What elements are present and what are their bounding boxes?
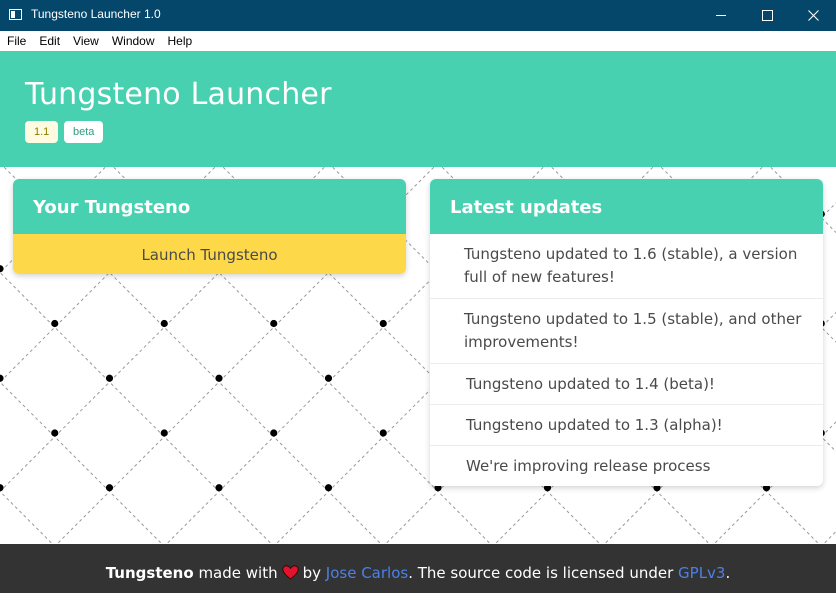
launch-button[interactable]: Launch Tungsteno bbox=[13, 234, 406, 274]
pattern-dot bbox=[380, 429, 387, 436]
footer-by: by bbox=[303, 564, 321, 582]
update-item: Tungsteno updated to 1.5 (stable), and o… bbox=[430, 299, 823, 364]
your-tungsteno-title: Your Tungsteno bbox=[13, 179, 406, 234]
footer-end: . bbox=[725, 564, 730, 582]
pattern-dot bbox=[380, 320, 387, 327]
menu-view[interactable]: View bbox=[66, 31, 105, 51]
your-tungsteno-card: Your Tungsteno Launch Tungsteno bbox=[13, 179, 406, 274]
window-icon bbox=[9, 9, 22, 20]
pattern-dot bbox=[0, 375, 4, 382]
maximize-button[interactable] bbox=[744, 0, 790, 31]
update-item: Tungsteno updated to 1.6 (stable), a ver… bbox=[430, 234, 823, 299]
pattern-dot bbox=[215, 375, 222, 382]
footer: Tungsteno made with by Jose Carlos. The s… bbox=[0, 544, 836, 593]
window-title: Tungsteno Launcher 1.0 bbox=[31, 7, 161, 21]
pattern-dot bbox=[325, 484, 332, 491]
footer-made-with: made with bbox=[198, 564, 277, 582]
update-item: Tungsteno updated to 1.4 (beta)! bbox=[430, 364, 823, 405]
menu-bar: File Edit View Window Help bbox=[0, 31, 836, 51]
pattern-dot bbox=[106, 375, 113, 382]
pattern-dot bbox=[270, 320, 277, 327]
title-bar[interactable]: Tungsteno Launcher 1.0 bbox=[0, 0, 836, 31]
pattern-dot bbox=[106, 484, 113, 491]
close-button[interactable] bbox=[790, 0, 836, 31]
pattern-dot bbox=[325, 375, 332, 382]
pattern-dot bbox=[51, 320, 58, 327]
minimize-button[interactable] bbox=[698, 0, 744, 31]
menu-help[interactable]: Help bbox=[161, 31, 199, 51]
pattern-dot bbox=[0, 265, 4, 272]
latest-updates-title: Latest updates bbox=[430, 179, 823, 234]
channel-tag: beta bbox=[64, 121, 103, 143]
menu-window[interactable]: Window bbox=[105, 31, 161, 51]
pattern-dot bbox=[0, 484, 4, 491]
latest-updates-card: Latest updates Tungsteno updated to 1.6 … bbox=[430, 179, 823, 486]
pattern-dot bbox=[51, 429, 58, 436]
maximize-icon bbox=[762, 10, 773, 21]
pattern-dot bbox=[161, 429, 168, 436]
footer-license-text: . The source code is licensed under bbox=[408, 564, 673, 582]
heart-icon bbox=[282, 565, 299, 580]
menu-file[interactable]: File bbox=[0, 31, 32, 51]
update-item: We're improving release process bbox=[430, 446, 823, 486]
author-link[interactable]: Jose Carlos bbox=[326, 564, 408, 582]
updates-list: Tungsteno updated to 1.6 (stable), a ver… bbox=[430, 234, 823, 486]
page-title: Tungsteno Launcher bbox=[25, 77, 332, 112]
close-icon bbox=[808, 10, 819, 21]
license-link[interactable]: GPLv3 bbox=[678, 564, 725, 582]
pattern-dot bbox=[215, 484, 222, 491]
footer-brand: Tungsteno bbox=[106, 564, 194, 582]
minimize-icon bbox=[716, 15, 726, 16]
version-tag: 1.1 bbox=[25, 121, 58, 143]
pattern-dot bbox=[161, 320, 168, 327]
hero-header: Tungsteno Launcher 1.1 beta bbox=[0, 51, 836, 167]
pattern-dot bbox=[270, 429, 277, 436]
menu-edit[interactable]: Edit bbox=[32, 31, 66, 51]
update-item: Tungsteno updated to 1.3 (alpha)! bbox=[430, 405, 823, 446]
